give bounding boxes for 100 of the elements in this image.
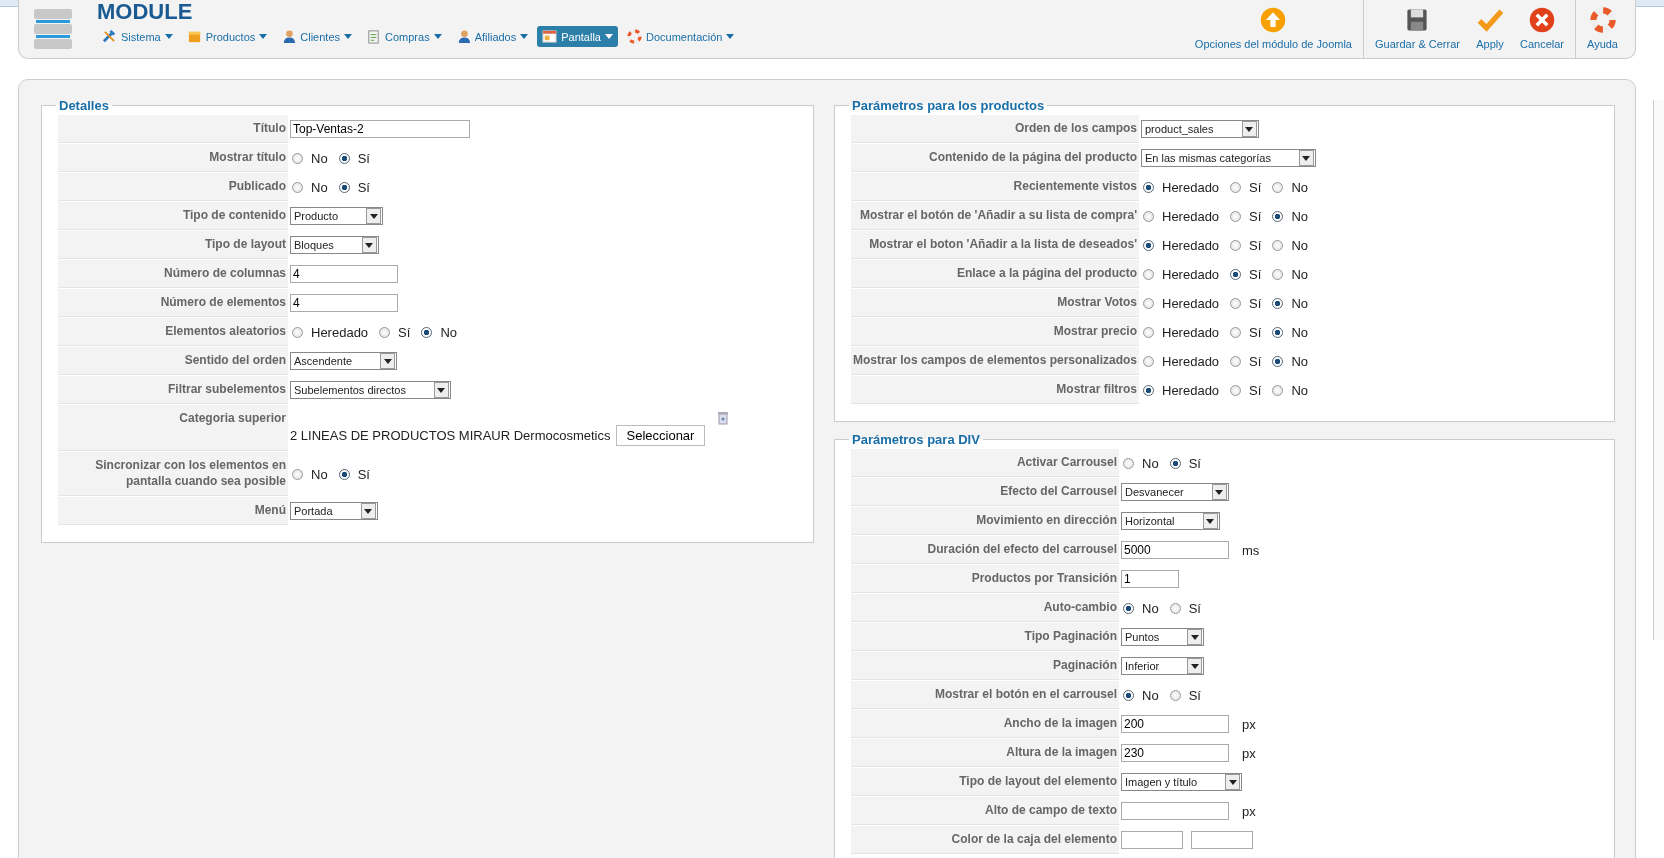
dropdown[interactable]: Portada bbox=[290, 502, 378, 520]
field-label: Categoria superior bbox=[58, 405, 288, 451]
apply-button[interactable]: Apply bbox=[1469, 0, 1510, 58]
menu-item[interactable]: Afiliados bbox=[450, 26, 534, 47]
cancel-button[interactable]: Cancelar bbox=[1513, 0, 1570, 58]
radio-button[interactable] bbox=[338, 468, 350, 480]
radio-button[interactable] bbox=[1169, 602, 1181, 614]
text-field[interactable]: Top-Ventas-2 bbox=[290, 120, 470, 138]
radio-button[interactable] bbox=[292, 468, 303, 480]
radio-button[interactable] bbox=[1143, 210, 1154, 222]
radio-button[interactable] bbox=[292, 326, 303, 338]
caret-icon bbox=[344, 34, 353, 39]
radio-button[interactable] bbox=[1272, 326, 1284, 338]
text-field[interactable]: 1 bbox=[1121, 570, 1179, 588]
text-field[interactable]: 4 bbox=[290, 265, 398, 283]
radio-button[interactable] bbox=[1143, 297, 1154, 309]
radio-button[interactable] bbox=[1272, 297, 1284, 309]
radio-button[interactable] bbox=[1272, 355, 1284, 367]
trash-icon[interactable] bbox=[718, 411, 729, 425]
field-label: Recientemente vistos bbox=[851, 173, 1139, 201]
field-label: Mostrar Votos bbox=[851, 289, 1139, 317]
radio-button[interactable] bbox=[338, 181, 350, 193]
dropdown[interactable]: Horizontal bbox=[1121, 512, 1220, 530]
dropdown[interactable]: En las mismas categorías bbox=[1141, 149, 1316, 167]
radio-label: No bbox=[1291, 266, 1309, 282]
text-field[interactable] bbox=[1191, 831, 1253, 849]
radio-button[interactable] bbox=[1272, 210, 1284, 222]
text-field[interactable] bbox=[1121, 831, 1183, 849]
field-label: Ancho de la imagen bbox=[851, 710, 1119, 738]
fieldset-legend: Parámetros para DIV bbox=[849, 432, 983, 447]
dropdown[interactable]: Inferior bbox=[1121, 657, 1205, 675]
radio-button[interactable] bbox=[1272, 268, 1284, 280]
radio-button[interactable] bbox=[1143, 268, 1154, 280]
menu-item[interactable]: Clientes bbox=[276, 26, 358, 47]
help-button[interactable]: Ayuda bbox=[1581, 0, 1624, 58]
menu-item[interactable]: Documentación bbox=[622, 26, 740, 47]
menu-item[interactable]: Sistema bbox=[97, 26, 178, 47]
text-field[interactable]: 4 bbox=[290, 294, 398, 312]
radio-label: Heredado bbox=[1162, 324, 1220, 340]
radio-label: Sí bbox=[1249, 179, 1262, 195]
dropdown[interactable]: Producto bbox=[290, 207, 384, 225]
unit-label: px bbox=[1242, 716, 1256, 732]
dropdown[interactable]: Imagen y título bbox=[1121, 773, 1243, 791]
radio-label: Heredado bbox=[1162, 208, 1220, 224]
radio-button[interactable] bbox=[421, 326, 433, 338]
radio-button[interactable] bbox=[1143, 239, 1154, 251]
dropdown[interactable]: Bloques bbox=[290, 236, 379, 254]
field-label: Contenido de la página del producto bbox=[851, 144, 1139, 172]
menu-item[interactable]: Pantalla bbox=[537, 26, 618, 47]
radio-button[interactable] bbox=[1169, 689, 1181, 701]
caret-icon bbox=[433, 34, 442, 39]
field-label: Movimiento en dirección bbox=[851, 507, 1119, 535]
radio-button[interactable] bbox=[1230, 239, 1242, 251]
fieldset-legend: Parámetros para los productos bbox=[849, 98, 1048, 113]
text-field[interactable]: 5000 bbox=[1121, 541, 1229, 559]
radio-button[interactable] bbox=[1230, 326, 1242, 338]
radio-label: No bbox=[1142, 687, 1159, 703]
text-field[interactable]: 200 bbox=[1121, 715, 1229, 733]
radio-button[interactable] bbox=[1272, 384, 1284, 396]
radio-button[interactable] bbox=[1123, 689, 1134, 701]
menu-item[interactable]: Compras bbox=[361, 26, 447, 47]
field-label: Alto de campo de texto bbox=[851, 797, 1119, 825]
radio-button[interactable] bbox=[1272, 181, 1284, 193]
field-label: Productos por Transición bbox=[851, 565, 1119, 593]
radio-button[interactable] bbox=[1123, 602, 1134, 614]
radio-button[interactable] bbox=[1230, 297, 1242, 309]
menu-item[interactable]: Productos bbox=[181, 26, 273, 47]
radio-label: Sí bbox=[1249, 295, 1262, 311]
radio-button[interactable] bbox=[1230, 210, 1242, 222]
radio-button[interactable] bbox=[292, 152, 303, 164]
radio-button[interactable] bbox=[1143, 181, 1154, 193]
radio-button[interactable] bbox=[1230, 268, 1242, 280]
options-button[interactable]: Opciones del módulo de Joomla bbox=[1188, 0, 1358, 58]
radio-button[interactable] bbox=[338, 152, 350, 164]
page-title: MODULE bbox=[97, 1, 194, 23]
radio-button[interactable] bbox=[1272, 239, 1284, 251]
radio-button[interactable] bbox=[292, 181, 303, 193]
dropdown[interactable]: Desvanecer bbox=[1121, 483, 1229, 501]
radio-button[interactable] bbox=[1143, 355, 1154, 367]
select-button[interactable]: Seleccionar bbox=[615, 425, 706, 446]
radio-label: No bbox=[1291, 382, 1309, 398]
radio-button[interactable] bbox=[1230, 384, 1242, 396]
dropdown[interactable]: Ascendente bbox=[290, 352, 398, 370]
radio-button[interactable] bbox=[1230, 181, 1242, 193]
radio-button[interactable] bbox=[1143, 384, 1154, 396]
dropdown[interactable]: Puntos bbox=[1121, 628, 1205, 646]
text-field[interactable]: 230 bbox=[1121, 744, 1229, 762]
field-label: Mostrar el boton 'Añadir a la lista de deseados' bbox=[851, 231, 1139, 259]
radio-button[interactable] bbox=[1230, 355, 1242, 367]
radio-button[interactable] bbox=[1143, 326, 1154, 338]
radio-label: Heredado bbox=[1162, 237, 1220, 253]
dropdown[interactable]: product_sales bbox=[1141, 120, 1259, 138]
text-field[interactable] bbox=[1121, 802, 1229, 820]
dropdown[interactable]: Subelementos directos bbox=[290, 381, 451, 399]
radio-button[interactable] bbox=[379, 326, 391, 338]
radio-label: No bbox=[1291, 353, 1309, 369]
radio-button[interactable] bbox=[1123, 457, 1134, 469]
caret-icon bbox=[726, 34, 735, 39]
save-close-button[interactable]: Guardar & Cerrar bbox=[1369, 0, 1466, 58]
radio-button[interactable] bbox=[1169, 457, 1181, 469]
